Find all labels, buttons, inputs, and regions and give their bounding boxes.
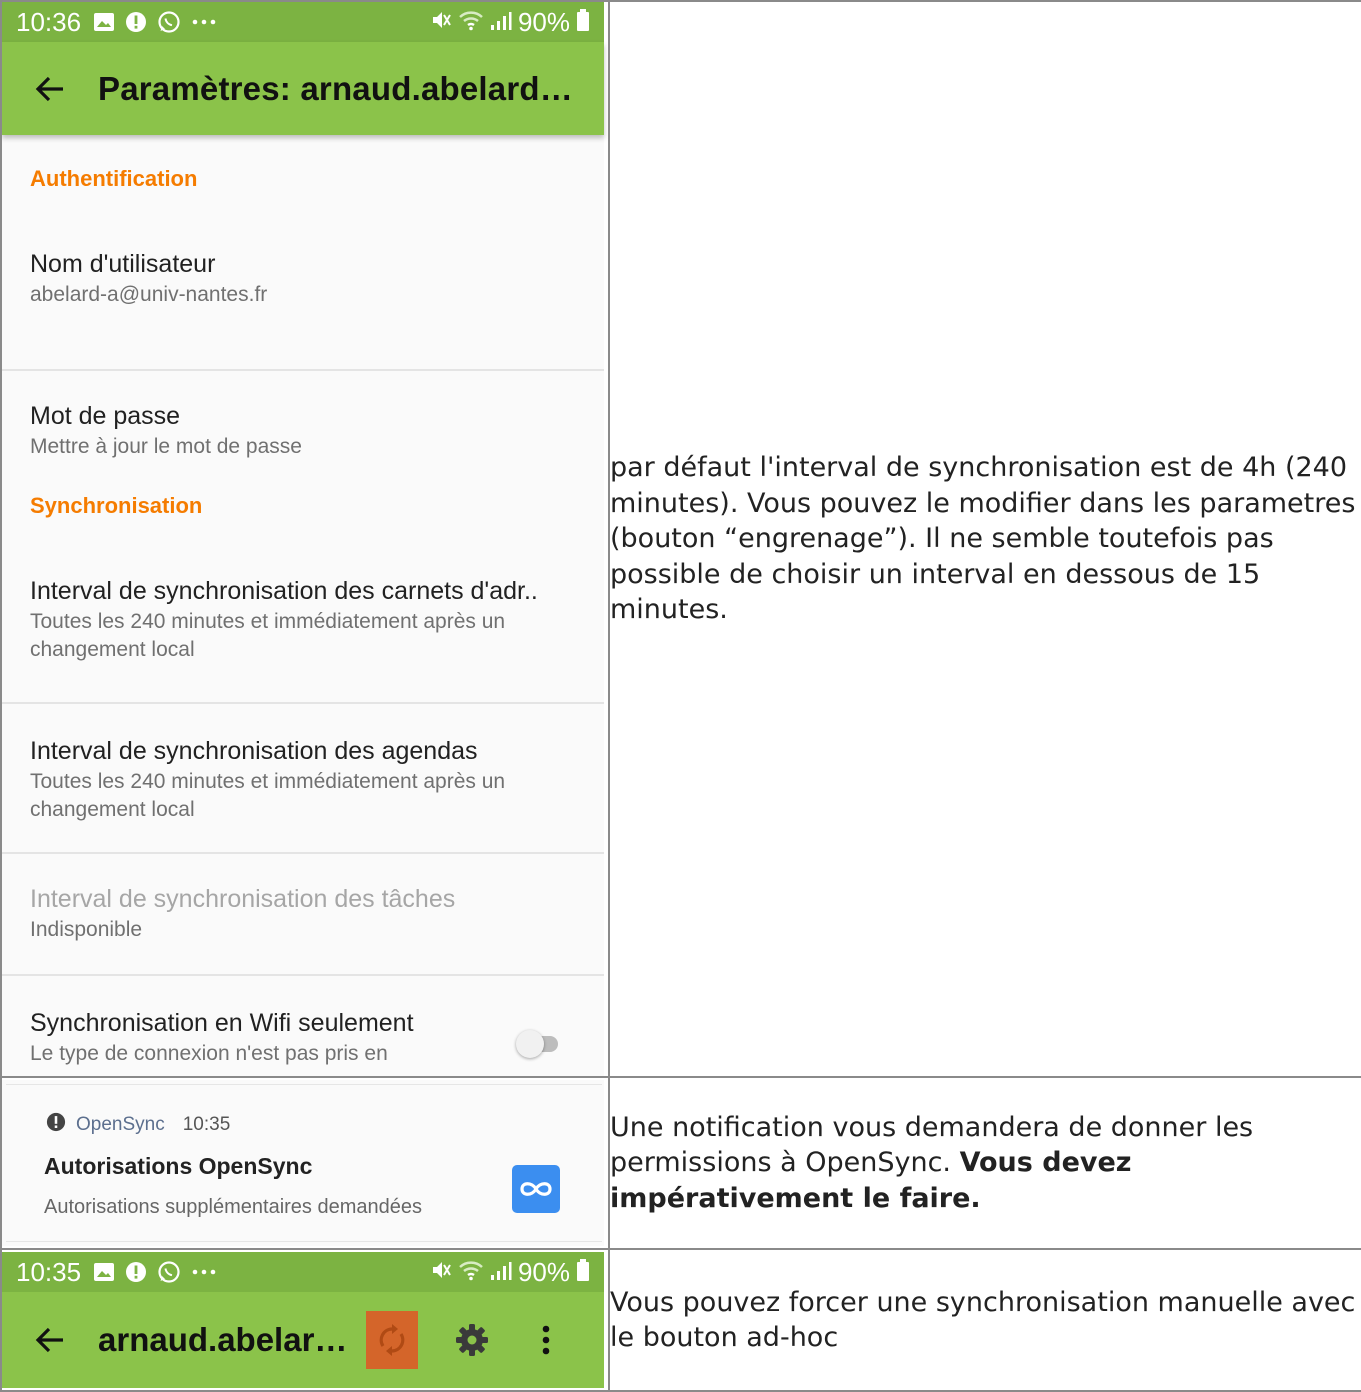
table-row: OpenSync 10:35 Autorisations OpenSync Au… xyxy=(0,1076,1361,1250)
opensync-logo-icon xyxy=(512,1165,560,1213)
pref-summary: Mettre à jour le mot de passe xyxy=(30,435,302,458)
toggle-knob xyxy=(516,1030,544,1058)
sync-icon xyxy=(379,1324,405,1356)
alert-icon xyxy=(46,1112,66,1138)
back-arrow-icon xyxy=(35,1327,63,1353)
signal-icon xyxy=(490,1257,512,1288)
status-bar: 10:36 90% xyxy=(3,3,604,42)
pref-title: Interval de synchronisation des agendas xyxy=(30,737,478,765)
settings-button[interactable] xyxy=(446,1311,498,1369)
settings-screen: 10:36 90% Paramètres: arnaud.abelard… Au… xyxy=(3,3,604,1075)
battery-percent: 90% xyxy=(517,6,570,37)
sync-now-button[interactable] xyxy=(366,1311,418,1369)
whatsapp-icon xyxy=(157,1260,181,1284)
back-arrow-icon xyxy=(35,76,63,101)
alert-icon xyxy=(125,11,147,33)
pref-title: Nom d'utilisateur xyxy=(30,250,216,278)
settings-screenshot-cell: 10:36 90% Paramètres: arnaud.abelard… Au… xyxy=(0,0,610,1078)
pref-password[interactable]: Mot de passe Mettre à jour le mot de pas… xyxy=(3,371,604,471)
table-row: 10:35 90% arnaud.abelar… Vous pouvez for… xyxy=(0,1248,1361,1392)
whatsapp-icon xyxy=(157,10,181,34)
more-vert-icon xyxy=(542,1325,550,1355)
description-cell: Une notification vous demandera de donne… xyxy=(608,1076,1361,1250)
notification-time: 10:35 xyxy=(182,1114,231,1135)
notification[interactable]: OpenSync 10:35 Autorisations OpenSync Au… xyxy=(3,1080,604,1246)
account-screen: 10:35 90% arnaud.abelar… xyxy=(3,1252,604,1388)
table-row: 10:36 90% Paramètres: arnaud.abelard… Au… xyxy=(0,0,1361,1078)
page-title: Paramètres: arnaud.abelard… xyxy=(98,69,573,107)
documentation-table: 10:36 90% Paramètres: arnaud.abelard… Au… xyxy=(0,0,1361,1392)
wifi-only-toggle[interactable] xyxy=(516,1030,558,1058)
back-button[interactable] xyxy=(3,42,98,135)
notification-text: Autorisations supplémentaires demandées xyxy=(44,1196,422,1218)
description-text: Une notification vous demandera de donne… xyxy=(610,1111,1254,1179)
description-cell: par défaut l'interval de synchronisation… xyxy=(608,0,1361,1078)
notification-header: OpenSync 10:35 xyxy=(46,1112,230,1138)
battery-icon xyxy=(576,7,590,38)
gallery-icon xyxy=(93,12,115,32)
pref-summary: Le type de connexion n'est pas pris en xyxy=(30,1042,388,1065)
pref-title: Mot de passe xyxy=(30,402,181,430)
wifi-icon xyxy=(458,1257,484,1288)
mute-icon xyxy=(430,1257,452,1288)
pref-summary: Indisponible xyxy=(30,918,143,941)
account-screenshot-cell: 10:35 90% arnaud.abelar… xyxy=(0,1248,610,1392)
description-text: Vous pouvez forcer une synchronisation m… xyxy=(610,1286,1356,1354)
battery-icon xyxy=(576,1257,590,1288)
pref-contacts-interval[interactable]: Interval de synchronisation des carnets … xyxy=(3,574,604,702)
pref-title: Synchronisation en Wifi seulement xyxy=(30,1009,414,1037)
status-bar: 10:35 90% xyxy=(3,1252,604,1292)
description-cell: Vous pouvez forcer une synchronisation m… xyxy=(608,1248,1361,1392)
pref-summary: Toutes les 240 minutes et immédiatement … xyxy=(30,610,506,661)
description-text: par défaut l'interval de synchronisation… xyxy=(610,452,1356,626)
more-notifications-icon xyxy=(191,1268,217,1276)
pref-title: Interval de synchronisation des carnets … xyxy=(30,577,538,605)
more-notifications-icon xyxy=(191,18,217,26)
section-header-authentication: Authentification xyxy=(30,166,198,191)
back-button[interactable] xyxy=(3,1327,98,1353)
status-time: 10:35 xyxy=(16,1256,82,1287)
pref-summary: Toutes les 240 minutes et immédiatement … xyxy=(30,770,506,821)
overflow-menu-button[interactable] xyxy=(526,1311,566,1369)
gear-icon xyxy=(456,1324,488,1356)
notification-title: Autorisations OpenSync xyxy=(44,1153,313,1179)
wifi-icon xyxy=(458,7,484,38)
notification-screenshot-cell: OpenSync 10:35 Autorisations OpenSync Au… xyxy=(0,1076,610,1250)
pref-calendars-interval[interactable]: Interval de synchronisation des agendas … xyxy=(3,704,604,852)
pref-title: Interval de synchronisation des tâches xyxy=(30,885,456,913)
app-bar: Paramètres: arnaud.abelard… xyxy=(3,42,604,135)
pref-summary: abelard-a@univ-nantes.fr xyxy=(30,283,268,306)
pref-username[interactable]: Nom d'utilisateur abelard-a@univ-nantes.… xyxy=(3,247,604,369)
status-time: 10:36 xyxy=(16,6,82,37)
notification-app-name: OpenSync xyxy=(76,1114,165,1135)
signal-icon xyxy=(490,7,512,38)
pref-wifi-only[interactable]: Synchronisation en Wifi seulement Le typ… xyxy=(3,976,604,1075)
mute-icon xyxy=(430,7,452,38)
battery-percent: 90% xyxy=(517,1256,570,1287)
account-app-bar: arnaud.abelar… xyxy=(3,1292,604,1388)
account-title: arnaud.abelar… xyxy=(98,1321,348,1358)
pref-tasks-interval: Interval de synchronisation des tâches I… xyxy=(3,854,604,974)
gallery-icon xyxy=(93,1262,115,1282)
alert-icon xyxy=(125,1261,147,1283)
section-header-synchronisation: Synchronisation xyxy=(30,493,203,518)
